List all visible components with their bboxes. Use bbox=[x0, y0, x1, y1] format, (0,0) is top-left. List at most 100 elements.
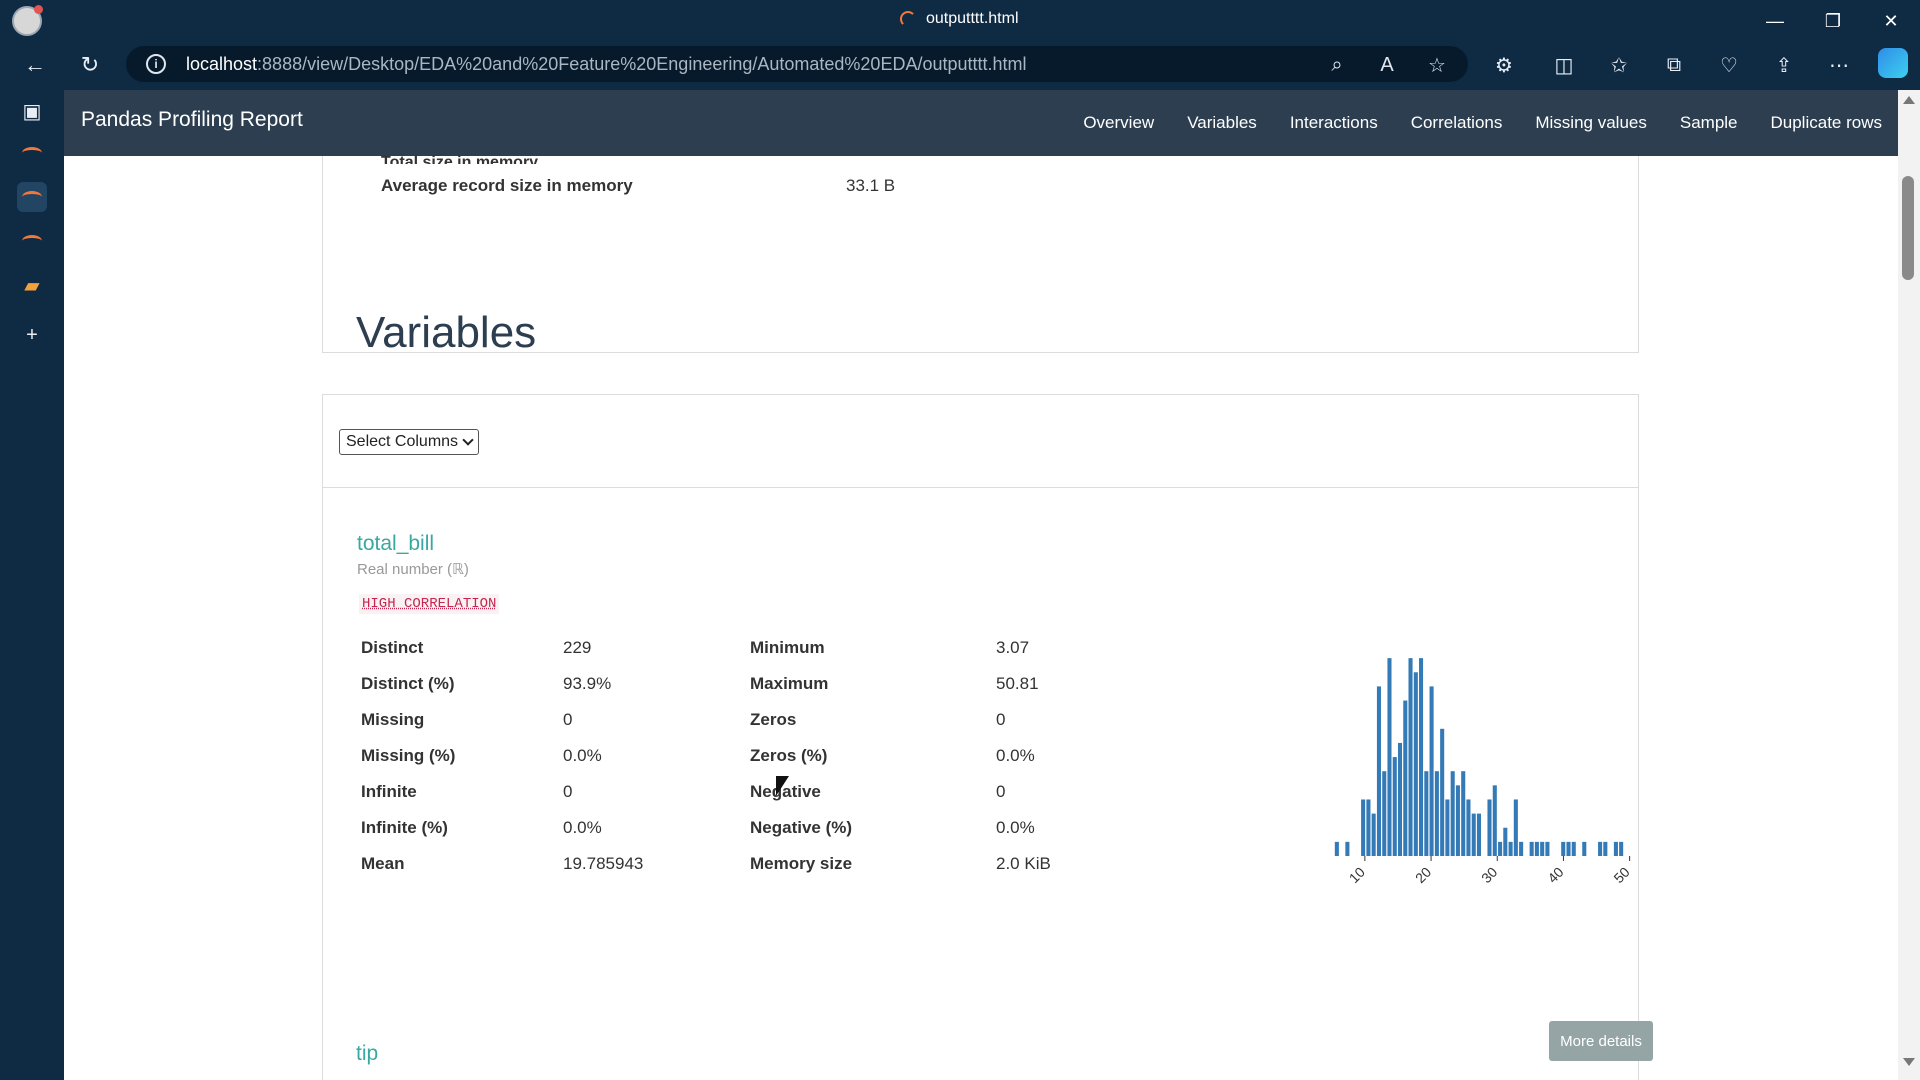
histogram-bar bbox=[1476, 813, 1482, 856]
address-bar[interactable]: i localhost:8888/view/Desktop/EDA%20and%… bbox=[126, 46, 1468, 82]
nav-interactions[interactable]: Interactions bbox=[1290, 113, 1378, 133]
stat-row: Infinite 0 bbox=[361, 774, 643, 810]
avg-record-size-value: 33.1 B bbox=[846, 176, 896, 195]
stat-value: 50.81 bbox=[996, 674, 1039, 693]
tab-title-text: outputttt.html bbox=[926, 10, 1019, 27]
histogram-bar bbox=[1455, 785, 1460, 856]
read-aloud-icon[interactable]: A bbox=[1374, 52, 1400, 78]
tab-title[interactable]: outputttt.html bbox=[900, 10, 1019, 28]
vertical-tabs-panel: ▣ ▰ + bbox=[0, 86, 64, 1080]
chevron-down-icon bbox=[462, 434, 474, 446]
stat-row: Minimum 3.07 bbox=[750, 630, 1051, 666]
collections-icon[interactable]: ⧉ bbox=[1659, 50, 1689, 80]
more-details-button[interactable]: More details bbox=[1549, 1021, 1653, 1061]
histogram-bar bbox=[1519, 841, 1524, 856]
histogram-bar bbox=[1503, 827, 1508, 856]
histogram-bar bbox=[1408, 658, 1413, 856]
stat-value: 0 bbox=[563, 710, 573, 729]
stats-table-left: Distinct 229 Distinct (%) 93.9% Missing 0 M… bbox=[361, 630, 643, 882]
refresh-button[interactable]: ↻ bbox=[75, 50, 105, 80]
report-navbar: Pandas Profiling Report Overview Variabl… bbox=[64, 90, 1898, 156]
variable-name-link[interactable]: total_bill bbox=[357, 532, 434, 556]
nav-correlations[interactable]: Correlations bbox=[1411, 113, 1503, 133]
histogram-bar bbox=[1387, 658, 1392, 856]
select-columns-dropdown[interactable]: Select Columns bbox=[339, 429, 479, 455]
histogram-bar bbox=[1382, 771, 1387, 856]
favorite-star-icon[interactable]: ☆ bbox=[1424, 52, 1450, 78]
scroll-up-icon[interactable] bbox=[1903, 96, 1915, 104]
stat-label: Missing bbox=[361, 710, 425, 729]
profile-avatar[interactable] bbox=[12, 5, 43, 36]
tab-book-icon[interactable]: ▰ bbox=[17, 270, 47, 300]
favorites-icon[interactable]: ✩ bbox=[1604, 50, 1634, 80]
split-screen-icon[interactable]: ◫ bbox=[1549, 50, 1579, 80]
histogram-bar bbox=[1566, 841, 1571, 856]
nav-overview[interactable]: Overview bbox=[1083, 113, 1154, 133]
extensions-icon[interactable]: ⚙ bbox=[1489, 50, 1519, 80]
histogram-bar bbox=[1376, 686, 1381, 856]
variable-total-bill-panel: total_bill Real number (ℝ) HIGH CORRELAT… bbox=[322, 487, 1653, 1080]
variable-tip-link[interactable]: tip bbox=[356, 1042, 378, 1066]
stat-label: Zeros bbox=[750, 710, 797, 729]
tab-actions-icon[interactable]: ▣ bbox=[17, 96, 47, 126]
stat-row: Negative 0 bbox=[750, 774, 1051, 810]
x-axis-tick-label: 50 bbox=[1610, 864, 1632, 886]
histogram-bar bbox=[1466, 799, 1471, 856]
avg-record-size-label: Average record size in memory bbox=[381, 176, 633, 195]
tab-jupyter-active-icon[interactable] bbox=[17, 182, 47, 212]
stat-row: Zeros 0 bbox=[750, 702, 1051, 738]
nav-duplicate-rows[interactable]: Duplicate rows bbox=[1771, 113, 1883, 133]
histogram-bar bbox=[1598, 841, 1603, 856]
nav-missing-values[interactable]: Missing values bbox=[1535, 113, 1647, 133]
url-host: localhost bbox=[186, 54, 258, 74]
x-axis-tick-label: 10 bbox=[1346, 864, 1368, 886]
histogram-bar bbox=[1424, 771, 1429, 856]
tab-jupyter-1-icon[interactable] bbox=[17, 138, 47, 168]
histogram-bar bbox=[1487, 799, 1492, 856]
minimize-button[interactable]: — bbox=[1746, 6, 1804, 36]
copilot-icon[interactable] bbox=[1878, 48, 1908, 78]
stat-label: Memory size bbox=[750, 854, 853, 873]
page-scrollbar[interactable] bbox=[1898, 90, 1920, 1080]
page-viewport: Pandas Profiling Report Overview Variabl… bbox=[64, 90, 1898, 1080]
share-icon[interactable]: ⇪ bbox=[1769, 50, 1799, 80]
histogram-bar bbox=[1498, 841, 1503, 856]
histogram-bar bbox=[1419, 658, 1424, 856]
stat-label: Infinite bbox=[361, 782, 417, 801]
stat-row: Maximum 50.81 bbox=[750, 666, 1051, 702]
stat-value: 0 bbox=[563, 782, 573, 801]
high-correlation-badge[interactable]: HIGH CORRELATION bbox=[359, 594, 500, 614]
stat-label: Maximum bbox=[750, 674, 829, 693]
stat-value: 229 bbox=[563, 638, 592, 657]
more-menu-icon[interactable]: ⋯ bbox=[1824, 50, 1854, 80]
scroll-thumb[interactable] bbox=[1902, 176, 1914, 280]
browser-essentials-icon[interactable]: ♡ bbox=[1714, 50, 1744, 80]
stat-value: 0.0% bbox=[563, 746, 602, 765]
url-text[interactable]: localhost:8888/view/Desktop/EDA%20and%20… bbox=[186, 54, 1027, 75]
stat-row: Infinite (%) 0.0% bbox=[361, 810, 643, 846]
report-brand[interactable]: Pandas Profiling Report bbox=[81, 108, 303, 132]
new-tab-icon[interactable]: + bbox=[17, 320, 47, 350]
x-axis-tick-label: 20 bbox=[1412, 864, 1434, 886]
report-nav-links: Overview Variables Interactions Correlat… bbox=[1083, 90, 1882, 156]
histogram-bar bbox=[1508, 841, 1513, 856]
site-info-icon[interactable]: i bbox=[146, 54, 166, 74]
nav-sample[interactable]: Sample bbox=[1680, 113, 1738, 133]
tab-jupyter-3-icon[interactable] bbox=[17, 226, 47, 256]
restore-button[interactable]: ❐ bbox=[1804, 6, 1862, 36]
nav-variables[interactable]: Variables bbox=[1187, 113, 1257, 133]
scroll-down-icon[interactable] bbox=[1903, 1058, 1915, 1066]
histogram-bar bbox=[1413, 672, 1418, 856]
mouse-cursor-icon bbox=[776, 776, 789, 796]
histogram-bar bbox=[1561, 841, 1566, 856]
stat-row: Memory size 2.0 KiB bbox=[750, 846, 1051, 882]
close-window-button[interactable]: ✕ bbox=[1862, 6, 1920, 36]
histogram-bar bbox=[1571, 841, 1576, 856]
zoom-icon[interactable]: ⌕ bbox=[1324, 52, 1350, 78]
histogram-bar bbox=[1545, 841, 1550, 856]
stat-row: Negative (%) 0.0% bbox=[750, 810, 1051, 846]
histogram-bar bbox=[1450, 771, 1455, 856]
stat-label: Distinct (%) bbox=[361, 674, 455, 693]
stat-label: Missing (%) bbox=[361, 746, 456, 765]
back-button[interactable]: ← bbox=[20, 50, 50, 80]
